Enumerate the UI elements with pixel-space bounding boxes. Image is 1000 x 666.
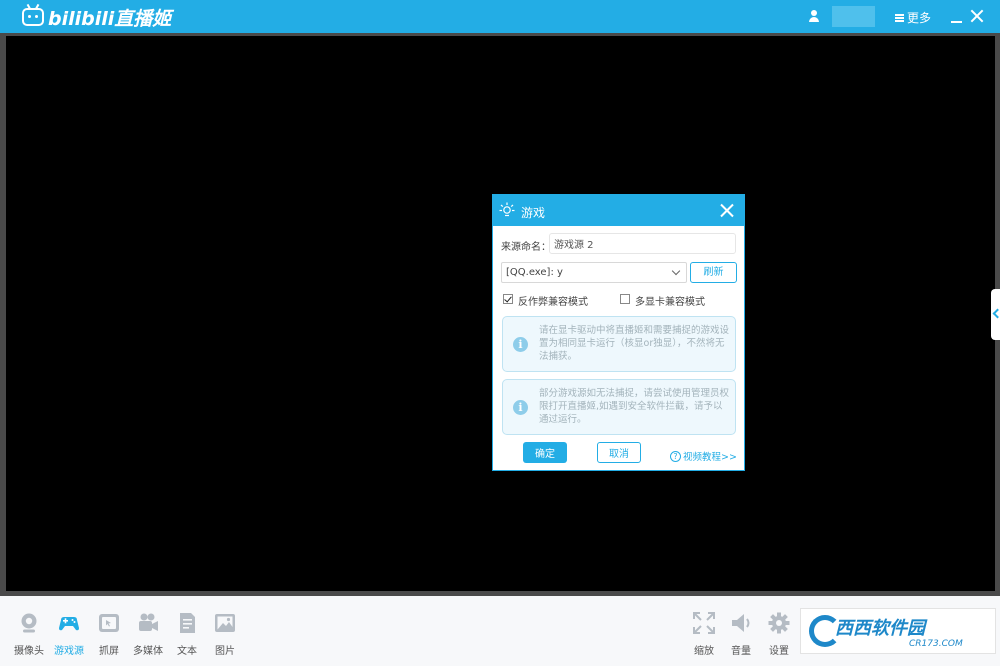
bottom-toolbar: 摄像头 游戏源 抓屏 多媒体 文本 图片 缩放 音量 设置 西西软件园 CR17… bbox=[0, 596, 1000, 666]
anti-cheat-label: 反作弊兼容模式 bbox=[518, 297, 588, 308]
side-panel-toggle[interactable] bbox=[991, 289, 1000, 340]
multi-gpu-label: 多显卡兼容模式 bbox=[635, 297, 705, 308]
confirm-button[interactable]: 确定 bbox=[523, 442, 567, 463]
gpu-info-text: 请在显卡驱动中将直播姬和需要捕捉的游戏设置为相同显卡运行（核显or独显），不然将… bbox=[539, 325, 730, 362]
video-tutorial-label: 视频教程>> bbox=[683, 452, 737, 463]
admin-info-box: i 部分游戏源如无法捕捉，请尝试使用管理员权限打开直播姬,如遇到安全软件拦截，请… bbox=[502, 379, 736, 435]
process-select[interactable]: [QQ.exe]: y bbox=[501, 262, 687, 283]
game-source-button[interactable]: 游戏源 bbox=[49, 608, 89, 658]
media-source-button[interactable]: 多媒体 bbox=[128, 608, 168, 658]
volume-icon bbox=[732, 614, 750, 632]
app-logo: bilibili直播姬 bbox=[22, 5, 172, 30]
image-source-button[interactable]: 图片 bbox=[205, 608, 245, 658]
screen-capture-button[interactable]: 抓屏 bbox=[89, 608, 129, 658]
close-window-button[interactable] bbox=[970, 9, 984, 23]
tool-label: 设置 bbox=[769, 646, 789, 657]
screen-capture-icon bbox=[99, 614, 119, 632]
dialog-header: 游戏 bbox=[493, 195, 744, 226]
media-icon bbox=[139, 613, 158, 631]
hamburger-menu-icon bbox=[895, 13, 904, 22]
watermark-text: 西西软件园 bbox=[835, 618, 925, 639]
user-name-placeholder[interactable] bbox=[832, 6, 875, 27]
multi-gpu-checkbox[interactable] bbox=[620, 294, 630, 304]
camera-source-button[interactable]: 摄像头 bbox=[9, 608, 49, 658]
info-icon: i bbox=[513, 337, 528, 352]
gpu-info-box: i 请在显卡驱动中将直播姬和需要捕捉的游戏设置为相同显卡运行（核显or独显），不… bbox=[502, 316, 736, 372]
title-bar: bilibili直播姬 更多 bbox=[0, 0, 1000, 33]
anti-cheat-checkbox[interactable] bbox=[503, 294, 513, 304]
tool-label: 图片 bbox=[215, 646, 235, 657]
minimize-button[interactable] bbox=[951, 21, 962, 23]
site-watermark: 西西软件园 CR173.COM bbox=[800, 608, 996, 654]
dialog-close-button[interactable] bbox=[721, 204, 734, 217]
refresh-button[interactable]: 刷新 bbox=[690, 262, 737, 283]
text-icon bbox=[180, 613, 195, 633]
image-icon bbox=[215, 614, 235, 632]
settings-button[interactable]: 设置 bbox=[759, 608, 799, 658]
process-select-value: [QQ.exe]: y bbox=[506, 267, 563, 278]
more-menu-label: 更多 bbox=[907, 11, 932, 25]
admin-info-text: 部分游戏源如无法捕捉，请尝试使用管理员权限打开直播姬,如遇到安全软件拦截，请予以… bbox=[539, 388, 730, 425]
user-icon[interactable] bbox=[807, 9, 821, 23]
question-icon: ? bbox=[670, 450, 681, 462]
camera-icon bbox=[21, 613, 37, 633]
tv-logo-icon bbox=[22, 8, 44, 26]
info-icon: i bbox=[513, 400, 528, 415]
game-source-dialog: 游戏 来源命名： [QQ.exe]: y 刷新 反作弊兼容模式 多显卡兼容模式 … bbox=[492, 194, 745, 471]
app-logo-text: bilibili直播姬 bbox=[48, 7, 172, 30]
cancel-button[interactable]: 取消 bbox=[597, 442, 641, 463]
gamepad-icon bbox=[59, 617, 79, 631]
zoom-icon bbox=[693, 612, 715, 634]
settings-gear-icon bbox=[768, 612, 790, 634]
video-tutorial-link[interactable]: ? 视频教程>> bbox=[670, 449, 737, 463]
source-name-input[interactable] bbox=[549, 233, 736, 254]
lightbulb-icon bbox=[499, 202, 515, 217]
more-menu-button[interactable]: 更多 bbox=[895, 9, 931, 26]
dialog-title: 游戏 bbox=[521, 206, 546, 220]
chevron-down-icon bbox=[671, 266, 681, 276]
source-name-label: 来源命名： bbox=[501, 242, 551, 253]
watermark-subtext: CR173.COM bbox=[909, 639, 963, 649]
